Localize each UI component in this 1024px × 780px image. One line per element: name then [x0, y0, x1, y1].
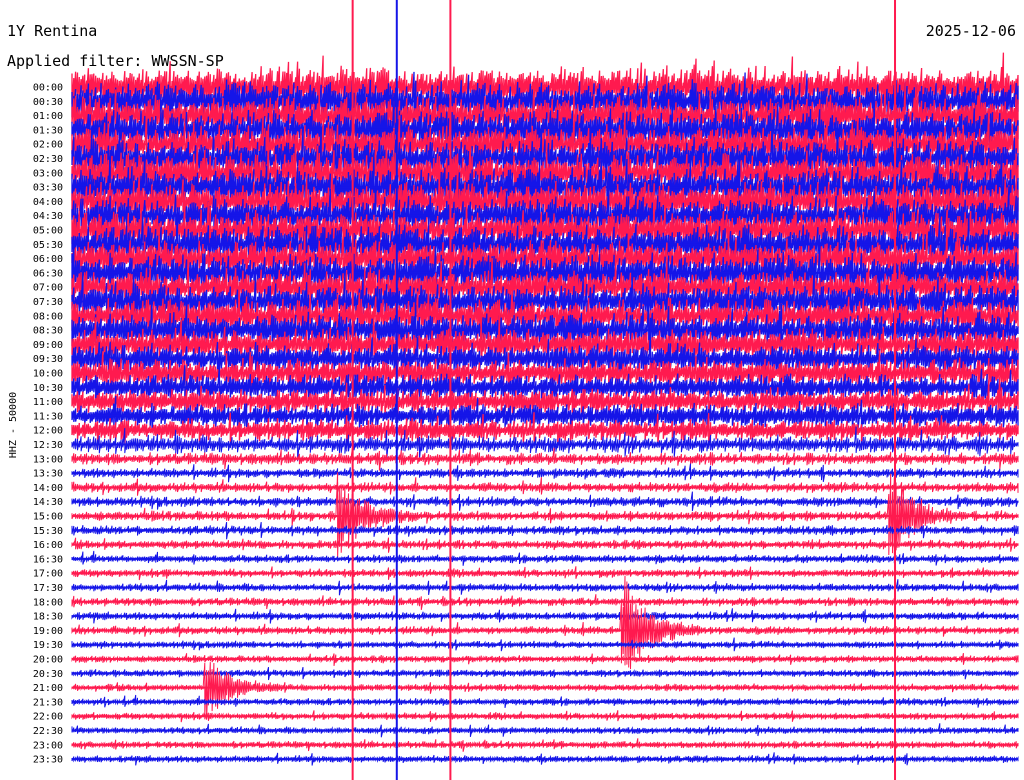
row-label: 19:00 [33, 626, 63, 637]
channel-label: HHZ - 50000 [8, 392, 19, 458]
row-label: 04:00 [33, 197, 63, 208]
trace-row [71, 662, 1019, 720]
row-label: 06:30 [33, 268, 63, 279]
station-title: 1Y Rentina [7, 22, 97, 40]
helicorder-chart: 00:00 00:30 01:00 01:30 02:00 02:30 03:00 03:30… [7, 0, 1019, 780]
row-label: 05:30 [33, 240, 63, 251]
row-label: 02:00 [33, 140, 63, 151]
date-label: 2025-12-06 [926, 22, 1016, 40]
row-label: 01:30 [33, 125, 63, 136]
row-label: 20:30 [33, 669, 63, 680]
row-label: 09:00 [33, 340, 63, 351]
row-label: 18:30 [33, 612, 63, 623]
row-label: 04:30 [33, 211, 63, 222]
row-label: 12:00 [33, 426, 63, 437]
row-label: 12:30 [33, 440, 63, 451]
row-label: 11:30 [33, 411, 63, 422]
row-label: 11:00 [33, 397, 63, 408]
row-label: 10:00 [33, 369, 63, 380]
row-label: 09:30 [33, 354, 63, 365]
row-labels-group: 00:00 00:30 01:00 01:30 02:00 02:30 03:00 03:30… [33, 83, 63, 766]
row-label: 19:30 [33, 640, 63, 651]
row-label: 07:00 [33, 283, 63, 294]
row-label: 05:00 [33, 226, 63, 237]
filter-label: Applied filter: WWSSN-SP [7, 52, 224, 70]
row-label: 18:00 [33, 597, 63, 608]
row-label: 15:30 [33, 526, 63, 537]
row-label: 03:00 [33, 168, 63, 179]
row-label: 20:00 [33, 655, 63, 666]
row-label: 23:30 [33, 755, 63, 766]
row-label: 22:00 [33, 712, 63, 723]
row-label: 22:30 [33, 726, 63, 737]
row-label: 14:00 [33, 483, 63, 494]
helicorder: 00:00 00:30 01:00 01:30 02:00 02:30 03:00 03:30… [0, 0, 1024, 780]
row-label: 16:00 [33, 540, 63, 551]
row-label: 07:30 [33, 297, 63, 308]
row-label: 15:00 [33, 512, 63, 523]
row-label: 06:00 [33, 254, 63, 265]
row-label: 16:30 [33, 554, 63, 565]
row-label: 08:30 [33, 326, 63, 337]
row-label: 21:00 [33, 683, 63, 694]
row-label: 23:00 [33, 740, 63, 751]
row-label: 00:00 [33, 83, 63, 94]
row-label: 01:00 [33, 111, 63, 122]
row-label: 03:30 [33, 183, 63, 194]
row-label: 14:30 [33, 497, 63, 508]
row-label: 17:30 [33, 583, 63, 594]
row-label: 21:30 [33, 697, 63, 708]
row-label: 08:00 [33, 311, 63, 322]
row-label: 10:30 [33, 383, 63, 394]
row-label: 00:30 [33, 97, 63, 108]
row-label: 13:30 [33, 469, 63, 480]
row-label: 13:00 [33, 454, 63, 465]
traces-group [71, 0, 1019, 780]
row-label: 02:30 [33, 154, 63, 165]
row-label: 17:00 [33, 569, 63, 580]
